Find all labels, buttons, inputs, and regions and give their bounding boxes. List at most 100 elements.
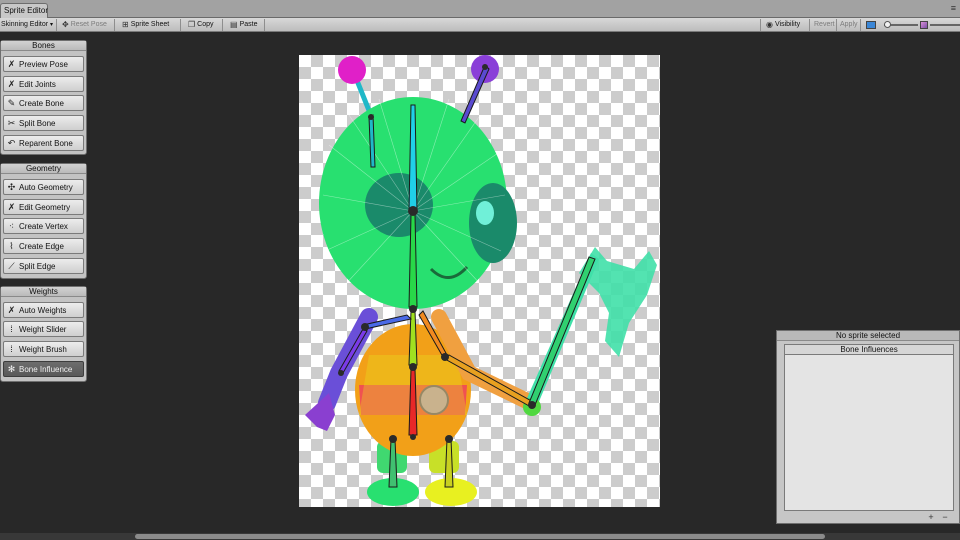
reparent-bone-button[interactable]: ↶ Reparent Bone	[3, 135, 84, 151]
copy-icon: ❐	[188, 20, 196, 29]
edit-geometry-button[interactable]: ✗ Edit Geometry	[3, 199, 84, 215]
weight-brush-icon: ⁞	[10, 343, 13, 354]
bones-panel: Bones ✗ Preview Pose ✗ Edit Joints ✎ Cre…	[0, 40, 87, 155]
head-bone	[408, 104, 418, 212]
split-edge-button[interactable]: ⟋ Split Edge	[3, 258, 84, 274]
weight-slider-label: Weight Slider	[19, 324, 67, 334]
spine-bone	[408, 368, 418, 436]
copy-button[interactable]: ❐ Copy	[188, 19, 214, 31]
bone-influence-icon: ✻	[7, 363, 16, 374]
edit-joints-icon: ✗	[7, 78, 16, 89]
split-bone-icon: ✂	[7, 117, 16, 128]
horizontal-scrollbar-thumb[interactable]	[135, 534, 825, 539]
reparent-bone-icon: ↶	[7, 137, 16, 148]
create-bone-icon: ✎	[7, 97, 16, 108]
edit-geometry-icon: ✗	[7, 201, 16, 212]
apply-button[interactable]: Apply	[840, 19, 858, 31]
create-bone-label: Create Bone	[19, 98, 64, 108]
window-title-strip: Sprite Editor ≡	[0, 0, 960, 18]
right-eye	[469, 183, 517, 263]
sprite-sheet-label: Sprite Sheet	[130, 21, 170, 28]
add-bone-influence-button[interactable]: +	[925, 512, 937, 523]
paste-label: Paste	[239, 21, 258, 28]
geometry-panel-title: Geometry	[1, 164, 86, 174]
auto-weights-button[interactable]: ✗ Auto Weights	[3, 302, 84, 318]
revert-label: Revert	[814, 21, 835, 28]
sprite-canvas[interactable]	[299, 55, 660, 507]
menu-icon[interactable]: ≡	[951, 4, 956, 13]
preview-pose-icon: ✗	[7, 58, 16, 69]
reset-pose-icon: ✥	[62, 20, 69, 29]
color-channel-toggle[interactable]	[866, 21, 876, 29]
remove-bone-influence-button[interactable]: −	[939, 512, 951, 523]
edit-joints-button[interactable]: ✗ Edit Joints	[3, 76, 84, 92]
zoom-slider-handle[interactable]	[884, 21, 891, 28]
bone-influences-list[interactable]	[784, 355, 954, 511]
auto-weights-icon: ✗	[7, 304, 16, 315]
right-leg-bone	[444, 438, 454, 488]
toolbar-separator	[760, 19, 761, 31]
create-edge-button[interactable]: ⌇ Create Edge	[3, 238, 84, 254]
sprite-editor-tab[interactable]: Sprite Editor	[0, 3, 48, 18]
create-edge-icon: ⌇	[9, 240, 14, 251]
mode-dropdown[interactable]: Skinning Editor ▾	[0, 19, 54, 31]
create-bone-button[interactable]: ✎ Create Bone	[3, 95, 84, 111]
toolbar-separator	[222, 19, 223, 31]
auto-weights-label: Auto Weights	[19, 305, 67, 315]
toolbar-separator	[264, 19, 265, 31]
selection-status: No sprite selected	[777, 331, 959, 341]
horizontal-scrollbar[interactable]	[0, 533, 960, 540]
preview-pose-button[interactable]: ✗ Preview Pose	[3, 56, 84, 72]
visibility-button[interactable]: ◉ Visibility	[766, 19, 800, 31]
bone-influence-label: Bone Influence	[19, 364, 73, 374]
edit-joints-label: Edit Joints	[19, 79, 56, 89]
auto-geometry-icon: ✣	[7, 181, 16, 192]
split-edge-label: Split Edge	[19, 261, 56, 271]
paste-button[interactable]: ▤ Paste	[230, 19, 257, 31]
toolbar-separator	[180, 19, 181, 31]
mip-level-icon	[920, 21, 928, 29]
bone-influences-header: Bone Influences	[784, 344, 954, 355]
split-edge-icon: ⟋	[8, 260, 15, 271]
toolbar-separator	[809, 19, 810, 31]
visibility-label: Visibility	[774, 21, 801, 28]
left-leg-bone	[388, 438, 398, 488]
toolbar-separator	[56, 19, 57, 31]
weight-brush-button[interactable]: ⁞ Weight Brush	[3, 341, 84, 357]
editor-toolbar: Skinning Editor ▾ ✥ Reset Pose ⊞ Sprite …	[0, 18, 960, 32]
bone-influence-window: No sprite selected Bone Influences + −	[776, 330, 960, 524]
toolbar-separator	[860, 19, 861, 31]
toolbar-separator	[836, 19, 837, 31]
character-sprite	[305, 55, 657, 506]
reparent-bone-label: Reparent Bone	[19, 138, 73, 148]
create-vertex-button[interactable]: ⁖ Create Vertex	[3, 218, 84, 234]
eye-icon: ◉	[766, 20, 773, 29]
split-bone-label: Split Bone	[19, 118, 56, 128]
window-tab-title: Sprite Editor	[4, 6, 49, 15]
create-vertex-label: Create Vertex	[19, 221, 68, 231]
sprite-sheet-button[interactable]: ⊞ Sprite Sheet	[122, 19, 169, 31]
split-bone-button[interactable]: ✂ Split Bone	[3, 115, 84, 131]
dropdown-caret-icon: ▾	[49, 22, 53, 28]
left-antenna-ball	[338, 56, 366, 84]
revert-button[interactable]: Revert	[814, 19, 835, 31]
sprite-editor-window: Sprite Editor ≡ Skinning Editor ▾ ✥ Rese…	[0, 0, 960, 540]
copy-label: Copy	[197, 21, 214, 28]
create-vertex-icon: ⁖	[8, 220, 15, 231]
geometry-panel: Geometry ✣ Auto Geometry ✗ Edit Geometry…	[0, 163, 87, 279]
left-eye	[365, 173, 433, 237]
reset-pose-button[interactable]: ✥ Reset Pose	[62, 19, 107, 31]
sprite-sheet-icon: ⊞	[122, 20, 129, 29]
create-edge-label: Create Edge	[19, 241, 64, 251]
preview-pose-label: Preview Pose	[19, 59, 68, 69]
neck-bone	[408, 214, 418, 308]
weight-slider-button[interactable]: ⁞ Weight Slider	[3, 321, 84, 337]
weight-slider-icon: ⁞	[10, 323, 13, 334]
auto-geometry-button[interactable]: ✣ Auto Geometry	[3, 179, 84, 195]
axe-bone	[528, 256, 596, 406]
toolbar-separator	[114, 19, 115, 31]
reset-pose-label: Reset Pose	[70, 21, 107, 28]
mip-level-slider[interactable]	[930, 24, 960, 26]
auto-geometry-label: Auto Geometry	[19, 182, 73, 192]
bone-influence-button[interactable]: ✻ Bone Influence	[3, 361, 84, 377]
